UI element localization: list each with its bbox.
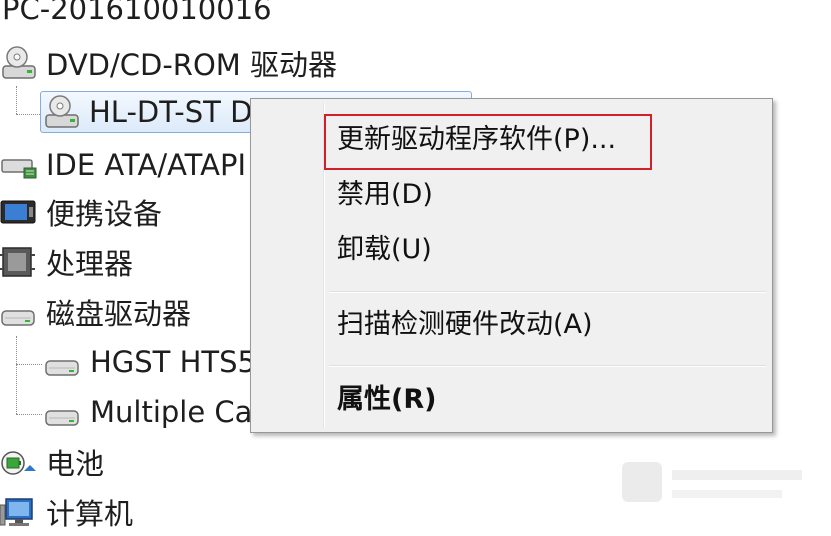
tree-item-label: 电池 bbox=[46, 447, 105, 481]
tree-root-computer-name[interactable]: PC-201610010016 bbox=[2, 0, 272, 26]
tree-connector bbox=[16, 114, 42, 115]
tree-item-label: Multiple Ca bbox=[90, 395, 253, 429]
tree-item-multiple-card-reader[interactable]: Multiple Ca bbox=[44, 391, 252, 433]
tree-item-hgst-disk[interactable]: HGST HTS5 bbox=[44, 341, 256, 383]
tree-item-label: HGST HTS5 bbox=[90, 345, 256, 379]
disk-drive-icon bbox=[44, 343, 82, 381]
menu-item-scan-hardware-changes[interactable]: 扫描检测硬件改动(A) bbox=[337, 305, 593, 345]
disk-drive-icon bbox=[0, 293, 38, 331]
ide-controller-icon bbox=[0, 144, 38, 182]
disk-drive-icon bbox=[44, 393, 82, 431]
tree-item-label: 处理器 bbox=[46, 247, 134, 281]
menu-item-uninstall[interactable]: 卸载(U) bbox=[337, 230, 432, 270]
tree-item-portable-devices[interactable]: 便携设备 bbox=[0, 191, 162, 233]
tree-connector bbox=[16, 364, 42, 365]
menu-item-disable[interactable]: 禁用(D) bbox=[337, 175, 433, 215]
tree-item-dvd-category[interactable]: DVD/CD-ROM 驱动器 bbox=[0, 42, 337, 84]
tree-item-label: 磁盘驱动器 bbox=[46, 297, 192, 331]
tree-item-disk-drives[interactable]: 磁盘驱动器 bbox=[0, 291, 191, 333]
tree-connector bbox=[16, 86, 17, 114]
battery-icon bbox=[0, 443, 38, 481]
computer-icon bbox=[0, 493, 38, 531]
watermark-logo bbox=[622, 462, 802, 502]
device-manager-screenshot: PC-201610010016 DVD/CD-ROM 驱动器 HL-DT-ST … bbox=[0, 0, 831, 536]
tree-connector bbox=[16, 336, 17, 414]
dvd-drive-icon bbox=[43, 93, 81, 131]
processor-icon bbox=[0, 243, 38, 281]
tree-item-computer[interactable]: 计算机 bbox=[0, 491, 133, 533]
portable-device-icon bbox=[0, 193, 38, 231]
menu-item-properties[interactable]: 属性(R) bbox=[337, 380, 436, 420]
tree-item-label: 计算机 bbox=[46, 497, 134, 531]
tree-connector bbox=[16, 414, 42, 415]
highlight-annotation-box bbox=[324, 114, 652, 170]
tree-item-processors[interactable]: 处理器 bbox=[0, 241, 133, 283]
menu-separator bbox=[329, 291, 766, 293]
tree-item-label: 便携设备 bbox=[46, 197, 163, 231]
tree-item-label: DVD/CD-ROM 驱动器 bbox=[46, 48, 338, 82]
tree-item-batteries[interactable]: 电池 bbox=[0, 441, 104, 483]
menu-separator bbox=[329, 365, 766, 367]
dvd-drive-icon bbox=[0, 44, 38, 82]
